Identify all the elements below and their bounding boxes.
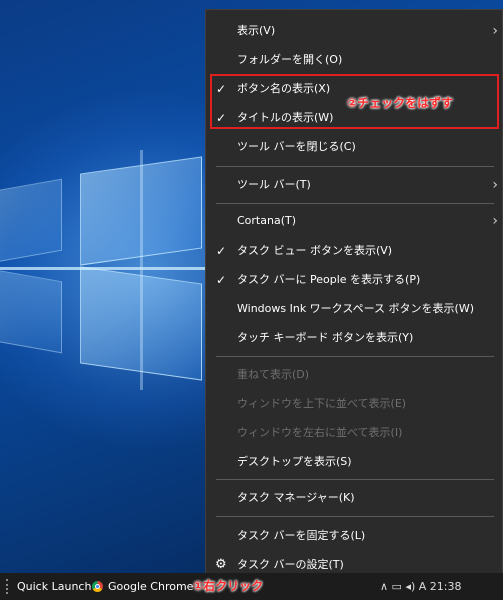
menu-item-touch-keyboard[interactable]: タッチ キーボード ボタンを表示(Y) [206, 325, 503, 351]
menu-item-label: ウィンドウを上下に並べて表示(E) [237, 397, 407, 410]
menu-item-view[interactable]: 表示(V) › [206, 18, 503, 44]
menu-item-label: タスク バーを固定する(L) [237, 529, 366, 542]
menu-separator [216, 516, 494, 517]
menu-item-label: タスク バーに People を表示する(P) [237, 273, 421, 286]
menu-item-label: Cortana(T) [237, 214, 297, 227]
menu-item-label: タスク ビュー ボタンを表示(V) [237, 244, 393, 257]
window-logo-pane [0, 178, 62, 264]
menu-item-label: フォルダーを開く(O) [237, 53, 343, 66]
menu-item-label: ツール バー(T) [237, 178, 311, 191]
menu-item-label: ウィンドウを左右に並べて表示(I) [237, 426, 403, 439]
light-beam [0, 267, 205, 270]
annotation-uncheck: ②チェックをはずす [347, 96, 454, 110]
menu-item-people[interactable]: ✓ タスク バーに People を表示する(P) [206, 267, 503, 293]
menu-item-close-toolbar[interactable]: ツール バーを閉じる(C) [206, 134, 503, 160]
menu-item-label: 表示(V) [237, 24, 276, 37]
menu-item-label: 重ねて表示(D) [237, 368, 310, 381]
menu-separator [216, 203, 494, 204]
menu-item-lock-taskbar[interactable]: タスク バーを固定する(L) [206, 523, 503, 549]
menu-item-toolbars[interactable]: ツール バー(T) › [206, 172, 503, 198]
menu-separator [216, 356, 494, 357]
system-tray[interactable]: ∧ ▭ ◂) A 21:38 [380, 580, 461, 593]
chevron-right-icon: › [492, 23, 498, 39]
menu-item-label: ツール バーを閉じる(C) [237, 140, 356, 153]
menu-item-label: タスク マネージャー(K) [237, 491, 355, 504]
menu-item-label: デスクトップを表示(S) [237, 455, 352, 468]
quick-launch-toolbar[interactable]: Quick Launch [17, 573, 91, 600]
menu-item-task-manager[interactable]: タスク マネージャー(K) [206, 485, 503, 511]
menu-separator [216, 479, 494, 480]
menu-item-label: タッチ キーボード ボタンを表示(Y) [237, 331, 414, 344]
annotation-right-click: ①右クリック [193, 579, 264, 593]
menu-item-cascade: 重ねて表示(D) [206, 362, 503, 388]
chevron-right-icon: › [492, 213, 498, 229]
menu-item-cortana[interactable]: Cortana(T) › [206, 208, 503, 234]
menu-item-task-view[interactable]: ✓ タスク ビュー ボタンを表示(V) [206, 238, 503, 264]
check-icon: ✓ [216, 273, 227, 287]
window-logo-pane [0, 268, 62, 354]
check-icon: ✓ [216, 244, 227, 258]
chrome-icon[interactable] [92, 581, 103, 592]
light-beam [140, 150, 143, 390]
taskbar-button-chrome[interactable]: Google Chrome [108, 573, 193, 600]
toolbar-grip-handle[interactable] [6, 579, 10, 594]
menu-item-side-by-side: ウィンドウを左右に並べて表示(I) [206, 420, 503, 446]
menu-item-open-folder[interactable]: フォルダーを開く(O) [206, 47, 503, 73]
menu-item-label: Windows Ink ワークスペース ボタンを表示(W) [237, 302, 474, 315]
menu-item-show-desktop[interactable]: デスクトップを表示(S) [206, 449, 503, 475]
menu-separator [216, 166, 494, 167]
menu-item-stack: ウィンドウを上下に並べて表示(E) [206, 391, 503, 417]
chevron-right-icon: › [492, 177, 498, 193]
menu-item-windows-ink[interactable]: Windows Ink ワークスペース ボタンを表示(W) [206, 296, 503, 322]
